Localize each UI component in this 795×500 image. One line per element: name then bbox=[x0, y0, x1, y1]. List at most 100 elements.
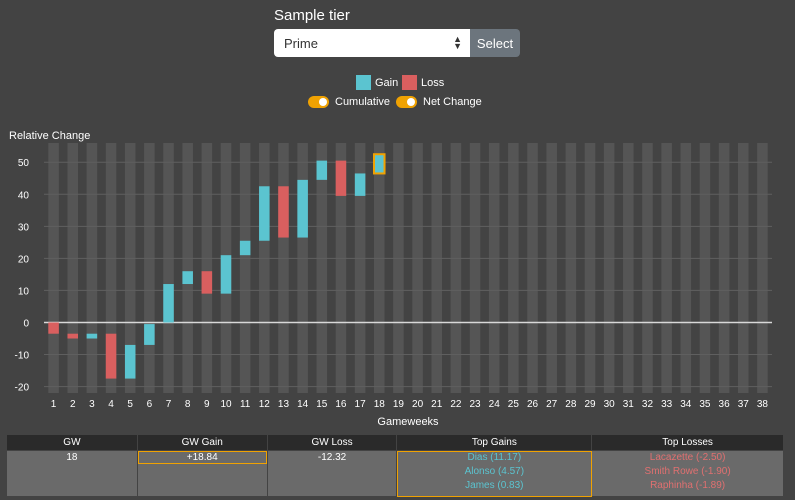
x-tick-label: 15 bbox=[316, 399, 328, 410]
category-band bbox=[393, 143, 404, 393]
table-row: 18 +18.84 -12.32 Dias (11.17) Alonso (4.… bbox=[6, 450, 784, 497]
x-tick-label: 37 bbox=[738, 399, 750, 410]
x-tick-label: 28 bbox=[565, 399, 577, 410]
category-band bbox=[144, 143, 155, 393]
header-gw: GW bbox=[6, 434, 138, 451]
waterfall-chart: Relative Change Gameweeks 1 2 3 4 5 6 7 8 9 10 11 1… bbox=[9, 130, 772, 428]
gw-value: 18 bbox=[66, 452, 78, 463]
x-tick-label: 19 bbox=[393, 399, 405, 410]
top-gain-item: Dias (11.17) bbox=[467, 452, 522, 463]
top-loss-item: Raphinha (-1.89) bbox=[650, 480, 726, 491]
category-band bbox=[623, 143, 634, 393]
y-tick-label: 10 bbox=[18, 286, 30, 297]
category-band bbox=[201, 143, 213, 393]
category-band bbox=[67, 143, 79, 393]
category-band bbox=[603, 143, 615, 393]
x-tick-label: 25 bbox=[508, 399, 520, 410]
category-band bbox=[239, 143, 251, 393]
category-band bbox=[527, 143, 538, 393]
x-tick-label: 11 bbox=[240, 399, 251, 410]
cell-top-gains: Dias (11.17) Alonso (4.57) James (0.83) bbox=[396, 450, 593, 497]
category-band bbox=[278, 143, 289, 393]
loss-bar bbox=[105, 333, 117, 379]
x-tick-label: 13 bbox=[278, 399, 290, 410]
category-band bbox=[508, 143, 519, 393]
x-tick-label: 34 bbox=[680, 399, 692, 410]
y-tick-label: 40 bbox=[18, 190, 30, 201]
gain-bar bbox=[297, 179, 308, 238]
x-tick-label: 8 bbox=[185, 399, 191, 410]
gain-bar bbox=[163, 284, 174, 323]
x-tick-label: 24 bbox=[489, 399, 501, 410]
category-band bbox=[642, 143, 653, 393]
y-tick-label: 30 bbox=[18, 222, 30, 233]
category-band bbox=[718, 143, 730, 393]
y-tick-label: -10 bbox=[15, 351, 30, 362]
category-band bbox=[412, 143, 423, 393]
gain-bar bbox=[182, 271, 193, 285]
x-tick-label: 12 bbox=[259, 399, 271, 410]
x-tick-label: 6 bbox=[147, 399, 153, 410]
category-band bbox=[182, 143, 193, 393]
y-tick-label: 20 bbox=[18, 254, 30, 265]
category-band bbox=[48, 143, 59, 393]
gw-loss-value: -12.32 bbox=[317, 452, 347, 463]
y-tick-label: 50 bbox=[18, 158, 30, 169]
category-band bbox=[699, 143, 711, 393]
category-band bbox=[488, 143, 500, 393]
category-band bbox=[163, 143, 174, 393]
category-band bbox=[737, 143, 749, 393]
gw-gain-value: +18.84 bbox=[137, 451, 267, 464]
category-band bbox=[450, 143, 462, 393]
x-tick-label: 30 bbox=[604, 399, 616, 410]
top-gain-item: Alonso (4.57) bbox=[464, 466, 525, 477]
x-tick-label: 38 bbox=[757, 399, 769, 410]
category-band bbox=[259, 143, 270, 393]
x-tick-label: 14 bbox=[297, 399, 309, 410]
cell-gw-loss: -12.32 bbox=[266, 450, 398, 497]
x-axis-label: Gameweeks bbox=[377, 416, 439, 428]
category-band bbox=[661, 143, 672, 393]
loss-bar bbox=[48, 322, 59, 334]
top-loss-item: Smith Rowe (-1.90) bbox=[644, 466, 731, 477]
cell-gw: 18 bbox=[6, 450, 138, 497]
loss-bar bbox=[278, 186, 289, 238]
x-tick-label: 3 bbox=[89, 399, 95, 410]
x-tick-label: 16 bbox=[335, 399, 347, 410]
x-tick-label: 2 bbox=[70, 399, 76, 410]
x-tick-label: 17 bbox=[355, 399, 367, 410]
gain-bar bbox=[316, 160, 328, 180]
x-tick-label: 21 bbox=[431, 399, 443, 410]
header-gw-gain: GW Gain bbox=[136, 434, 268, 451]
x-tick-label: 33 bbox=[661, 399, 673, 410]
category-band bbox=[86, 143, 98, 393]
gain-bar bbox=[144, 324, 155, 345]
x-tick-label: 23 bbox=[469, 399, 481, 410]
x-tick-label: 32 bbox=[642, 399, 654, 410]
loss-bar bbox=[201, 271, 213, 294]
y-tick-label: -20 bbox=[15, 383, 30, 394]
category-band bbox=[565, 143, 577, 393]
x-tick-label: 35 bbox=[699, 399, 711, 410]
top-loss-item: Lacazette (-2.50) bbox=[649, 452, 726, 463]
header-top-gains: Top Gains bbox=[396, 434, 593, 451]
category-band bbox=[680, 143, 692, 393]
category-band bbox=[469, 143, 481, 393]
category-band bbox=[316, 143, 328, 393]
x-tick-label: 9 bbox=[204, 399, 210, 410]
header-gw-loss: GW Loss bbox=[266, 434, 398, 451]
x-tick-label: 4 bbox=[108, 399, 114, 410]
gain-bar bbox=[372, 153, 386, 175]
x-tick-label: 27 bbox=[546, 399, 558, 410]
x-tick-label: 1 bbox=[51, 399, 57, 410]
x-tick-label: 22 bbox=[450, 399, 462, 410]
gain-bar bbox=[220, 255, 232, 294]
x-tick-label: 31 bbox=[623, 399, 635, 410]
x-tick-label: 7 bbox=[166, 399, 172, 410]
category-band bbox=[757, 143, 768, 393]
gain-bar bbox=[354, 173, 366, 196]
y-axis-label: Relative Change bbox=[9, 130, 90, 142]
loss-bar bbox=[335, 160, 347, 196]
loss-bar bbox=[67, 333, 79, 339]
x-tick-label: 26 bbox=[527, 399, 539, 410]
